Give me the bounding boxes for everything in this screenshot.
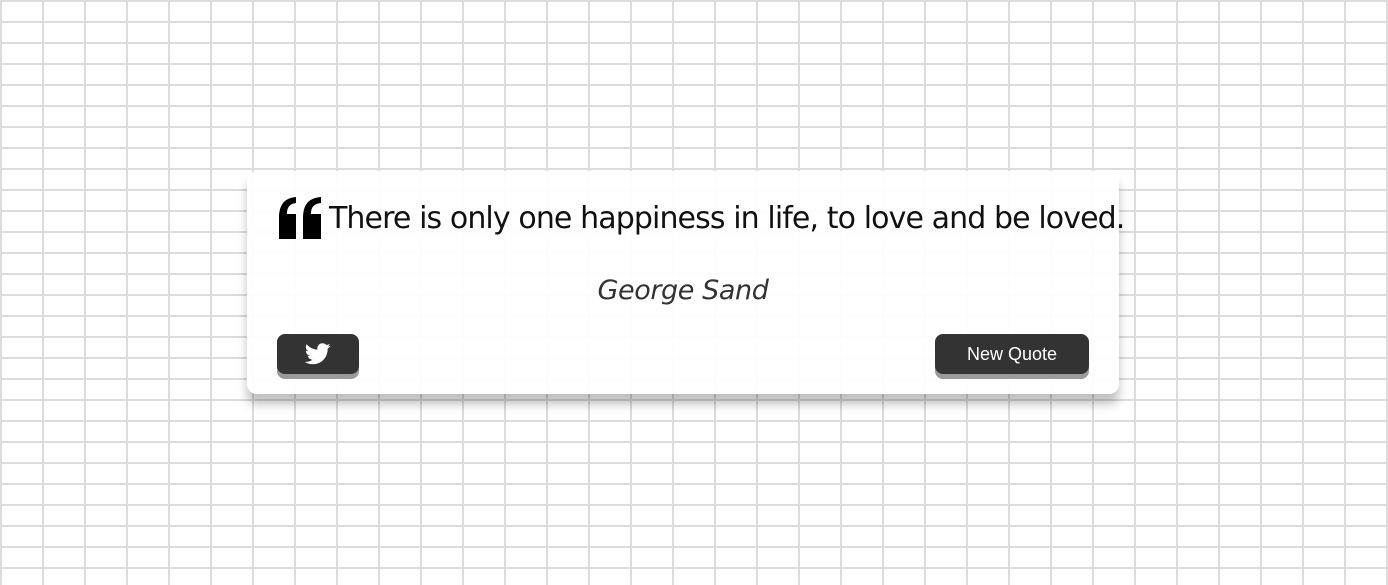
quote-text: There is only one happiness in life, to … [329, 201, 1125, 236]
quote-card: There is only one happiness in life, to … [247, 171, 1125, 394]
quote-author: George Sand [597, 275, 769, 306]
quote-left-icon [279, 197, 321, 239]
new-quote-button[interactable]: New Quote [935, 334, 1089, 374]
tweet-button[interactable] [277, 334, 359, 374]
twitter-icon [305, 343, 331, 365]
quote-row: There is only one happiness in life, to … [277, 193, 1125, 240]
